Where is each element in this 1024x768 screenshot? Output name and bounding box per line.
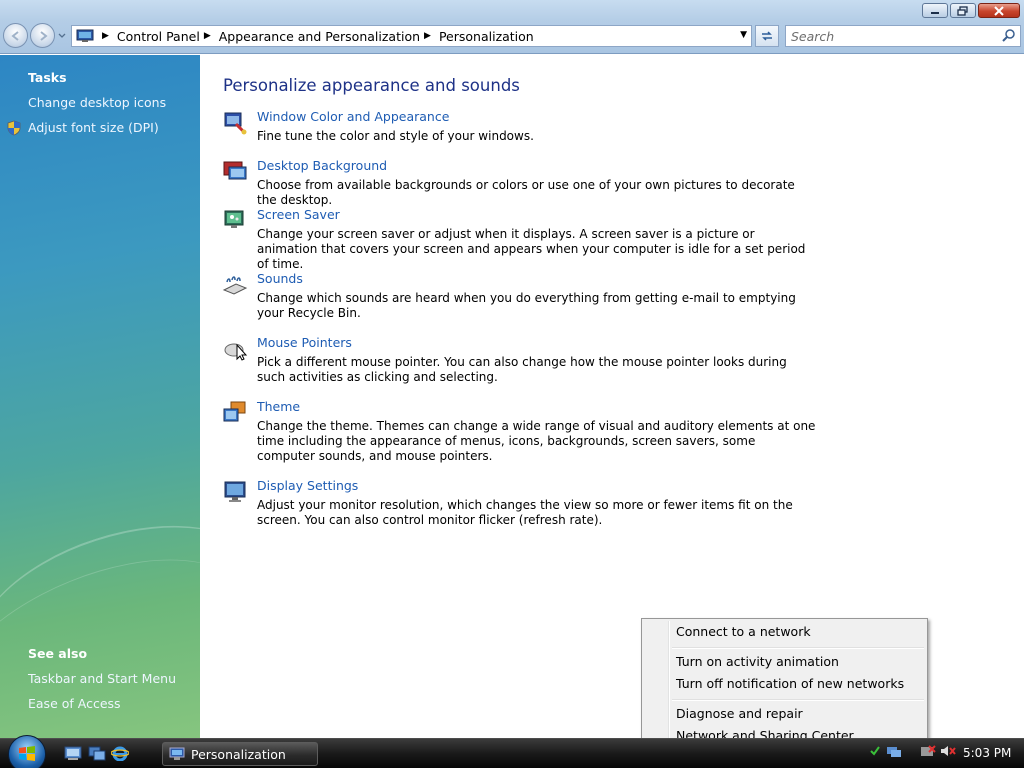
search-box[interactable]: Search (785, 25, 1021, 47)
taskbar-start-menu-link[interactable]: Taskbar and Start Menu (28, 671, 176, 686)
mouse-pointers-link[interactable]: Mouse Pointers (257, 335, 352, 350)
menu-item-connect-to-network[interactable]: Connect to a network (676, 624, 811, 639)
switch-windows-icon[interactable] (88, 746, 106, 761)
ease-of-access-link[interactable]: Ease of Access (28, 696, 121, 711)
refresh-icon (762, 31, 772, 41)
taskbar-window-label: Personalization (191, 746, 286, 762)
item-description: Fine tune the color and style of your wi… (257, 129, 534, 143)
back-arrow-icon (10, 30, 19, 41)
window-color-icon (224, 112, 247, 135)
forward-button[interactable] (30, 23, 55, 48)
menu-item-diagnose-repair[interactable]: Diagnose and repair (676, 706, 803, 721)
control-panel-icon (76, 29, 94, 42)
list-item: Mouse Pointers Pick a different mouse po… (220, 335, 810, 391)
item-description: Adjust your monitor resolution, which ch… (257, 498, 793, 527)
breadcrumb-control-panel[interactable]: Control Panel (117, 29, 200, 44)
close-button[interactable] (978, 3, 1020, 18)
menu-item-network-notification[interactable]: Turn off notification of new networks (676, 676, 904, 691)
clock[interactable]: 5:03 PM (963, 746, 1011, 760)
sounds-link[interactable]: Sounds (257, 271, 303, 286)
network-context-menu: Connect to a network Turn on activity an… (641, 618, 928, 748)
list-item: Display Settings Adjust your monitor res… (220, 478, 810, 534)
adjust-font-size-link[interactable]: Adjust font size (DPI) (28, 120, 159, 135)
navigation-buttons (3, 23, 67, 48)
taskbar-window-personalization[interactable]: Personalization (162, 742, 318, 766)
close-icon (994, 5, 1004, 16)
item-description: Change the theme. Themes can change a wi… (257, 419, 816, 463)
item-description: Choose from available backgrounds or col… (257, 178, 795, 207)
breadcrumb-separator[interactable]: ▶ (102, 31, 109, 41)
breadcrumb-appearance[interactable]: Appearance and Personalization (219, 29, 420, 44)
show-desktop-icon[interactable] (64, 746, 82, 761)
recent-pages-dropdown[interactable] (57, 23, 67, 48)
refresh-button[interactable] (755, 25, 779, 47)
mouse-pointers-icon (224, 343, 248, 361)
menu-separator (672, 647, 924, 649)
item-description: Change which sounds are heard when you d… (257, 291, 796, 320)
menu-item-activity-animation[interactable]: Turn on activity animation (676, 654, 839, 669)
page-title: Personalize appearance and sounds (223, 76, 520, 95)
volume-muted-icon[interactable] (940, 744, 956, 758)
restore-icon (957, 5, 968, 16)
chevron-down-icon (58, 33, 66, 38)
item-description: Change your screen saver or adjust when … (257, 227, 806, 271)
task-pane: Tasks Change desktop icons Adjust font s… (0, 55, 200, 738)
search-input[interactable]: Search (791, 29, 834, 44)
change-desktop-icons-link[interactable]: Change desktop icons (28, 95, 166, 110)
menu-separator (672, 699, 924, 701)
internet-explorer-icon[interactable] (111, 746, 129, 761)
desktop-background-link[interactable]: Desktop Background (257, 158, 387, 173)
network-disconnected-icon[interactable] (920, 744, 936, 758)
forward-arrow-icon (39, 30, 48, 41)
taskbar: Personalization 5:03 PM (0, 735, 1024, 768)
theme-icon (223, 401, 246, 422)
screen-saver-icon (224, 210, 244, 228)
notification-area (868, 744, 956, 758)
address-bar[interactable]: ▶ Control Panel ▶ Appearance and Persona… (71, 25, 752, 47)
security-center-icon[interactable] (868, 744, 882, 758)
breadcrumb-personalization[interactable]: Personalization (439, 29, 534, 44)
breadcrumb-separator[interactable]: ▶ (204, 31, 211, 41)
breadcrumb-separator[interactable]: ▶ (424, 31, 431, 41)
screen-saver-link[interactable]: Screen Saver (257, 207, 340, 222)
windows-logo-icon (19, 746, 35, 761)
back-button[interactable] (3, 23, 28, 48)
see-also-heading: See also (28, 646, 88, 661)
list-item: Window Color and Appearance Fine tune th… (220, 109, 810, 149)
address-dropdown-icon[interactable]: ▼ (740, 30, 747, 40)
window-color-appearance-link[interactable]: Window Color and Appearance (257, 109, 449, 124)
desktop-background-icon (223, 161, 247, 180)
display-settings-icon (224, 481, 246, 502)
display-settings-link[interactable]: Display Settings (257, 478, 358, 493)
window-title-bar: ▶ Control Panel ▶ Appearance and Persona… (0, 0, 1024, 54)
uac-shield-icon (7, 120, 21, 136)
personalization-window-icon (169, 747, 185, 760)
tasks-heading: Tasks (28, 70, 67, 85)
window-controls (922, 3, 1020, 18)
list-item: Sounds Change which sounds are heard whe… (220, 271, 810, 327)
list-item: Theme Change the theme. Themes can chang… (220, 399, 815, 471)
list-item: Screen Saver Change your screen saver or… (220, 207, 810, 271)
list-item: Desktop Background Choose from available… (220, 158, 810, 207)
item-description: Pick a different mouse pointer. You can … (257, 355, 787, 384)
tray-spacer (906, 744, 916, 758)
network-status-icon[interactable] (886, 744, 902, 758)
start-button[interactable] (8, 735, 46, 768)
sounds-icon (222, 276, 248, 295)
theme-link[interactable]: Theme (257, 399, 300, 414)
minimize-icon (931, 11, 939, 14)
search-icon[interactable] (1002, 29, 1016, 43)
minimize-button[interactable] (922, 3, 948, 18)
restore-button[interactable] (950, 3, 976, 18)
